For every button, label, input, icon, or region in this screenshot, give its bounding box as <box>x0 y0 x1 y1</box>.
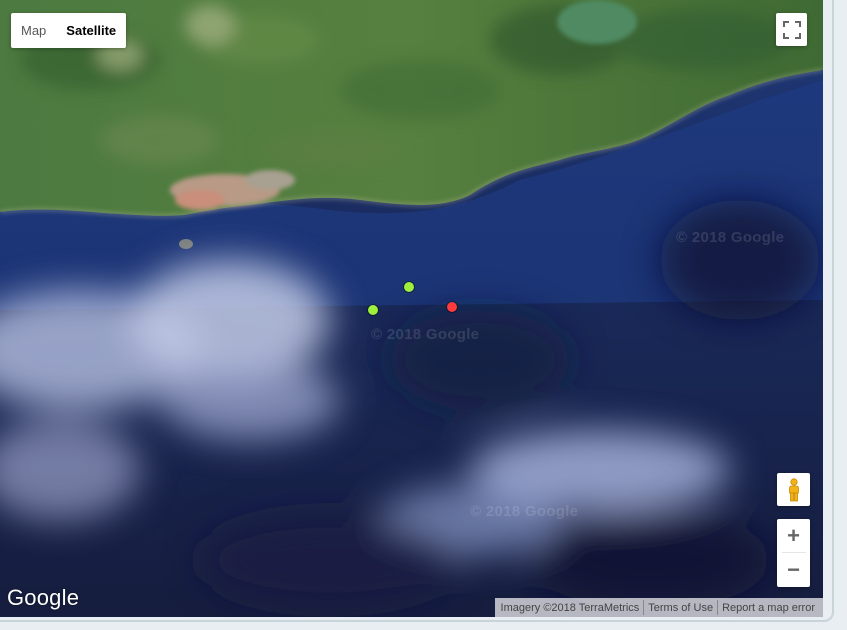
fullscreen-icon <box>782 20 801 39</box>
report-map-error-link[interactable]: Report a map error <box>718 602 819 614</box>
map-marker-green[interactable] <box>368 305 378 315</box>
street-view-button[interactable] <box>777 473 810 506</box>
zoom-control: + − <box>777 519 810 587</box>
map-type-control: Map Satellite <box>11 13 127 48</box>
satellite-imagery <box>0 0 823 617</box>
attribution-bar: Imagery ©2018 TerraMetrics Terms of Use … <box>494 598 823 617</box>
pegman-icon <box>788 477 799 501</box>
map-frame: © 2018 Google © 2018 Google © 2018 Googl… <box>0 0 834 622</box>
map-type-satellite-button[interactable]: Satellite <box>56 13 126 48</box>
map-marker-red[interactable] <box>447 302 457 312</box>
google-logo[interactable]: Google <box>7 585 79 611</box>
fullscreen-button[interactable] <box>776 13 807 46</box>
imagery-attribution: Imagery ©2018 TerraMetrics <box>500 601 640 614</box>
terms-of-use-link[interactable]: Terms of Use <box>644 602 717 614</box>
map-type-map-button[interactable]: Map <box>11 13 56 48</box>
satellite-map[interactable]: © 2018 Google © 2018 Google © 2018 Googl… <box>0 0 823 617</box>
zoom-in-button[interactable]: + <box>777 519 810 552</box>
zoom-out-button[interactable]: − <box>777 553 810 586</box>
map-marker-green[interactable] <box>404 282 414 292</box>
